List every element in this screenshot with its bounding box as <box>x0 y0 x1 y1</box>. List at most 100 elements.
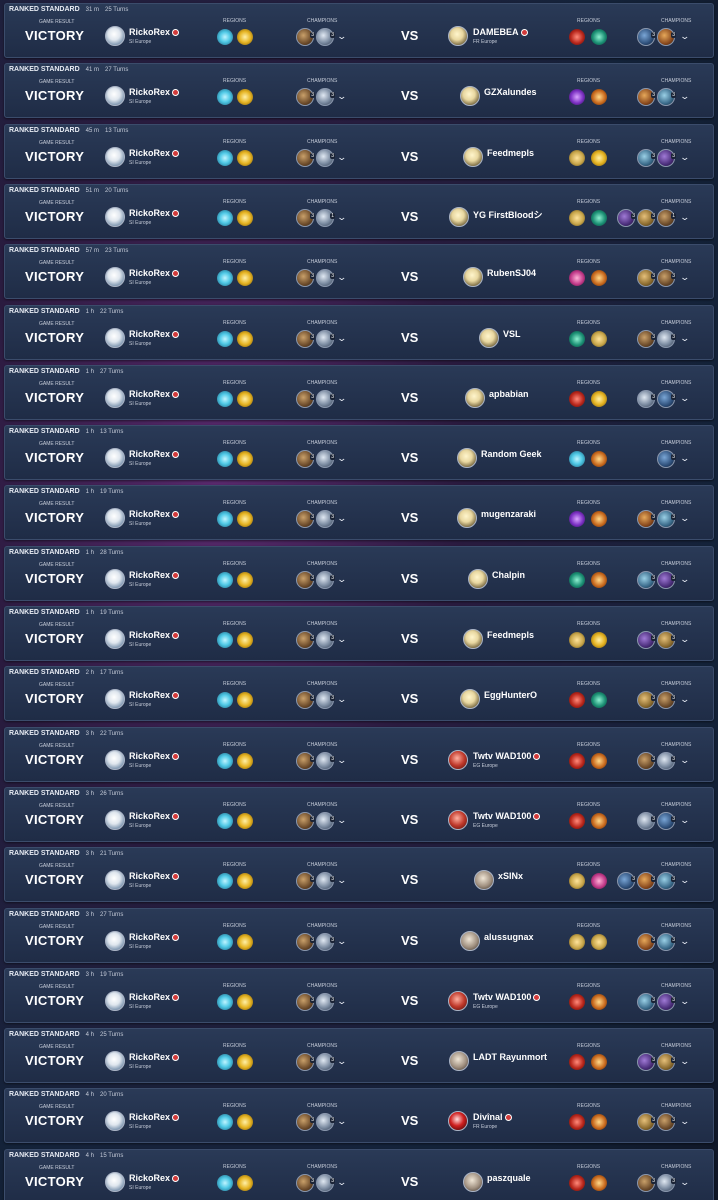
match-card[interactable]: RANKED STANDARD 1 h 22 Turns GAME RESULT VIC… <box>4 305 714 360</box>
player-avatar[interactable] <box>105 388 125 408</box>
chevron-down-icon[interactable]: ⌄ <box>336 1116 347 1127</box>
player-name[interactable]: RickoRex <box>129 509 180 519</box>
player-avatar[interactable] <box>105 931 125 951</box>
match-card[interactable]: RANKED STANDARD 2 h 17 Turns GAME RESULT VIC… <box>4 666 714 721</box>
chevron-down-icon[interactable]: ⌄ <box>679 694 690 705</box>
chevron-down-icon[interactable]: ⌄ <box>679 634 690 645</box>
chevron-down-icon[interactable]: ⌄ <box>336 634 347 645</box>
chevron-down-icon[interactable]: ⌄ <box>336 755 347 766</box>
player-name[interactable]: RickoRex <box>129 1173 180 1183</box>
chevron-down-icon[interactable]: ⌄ <box>336 453 347 464</box>
opponent-avatar[interactable] <box>468 569 488 589</box>
player-name[interactable]: RickoRex <box>129 690 180 700</box>
player-avatar[interactable] <box>105 1051 125 1071</box>
player-avatar[interactable] <box>105 1111 125 1131</box>
chevron-down-icon[interactable]: ⌄ <box>336 1177 347 1188</box>
player-avatar[interactable] <box>105 991 125 1011</box>
player-avatar[interactable] <box>105 870 125 890</box>
player-avatar[interactable] <box>105 86 125 106</box>
chevron-down-icon[interactable]: ⌄ <box>679 1116 690 1127</box>
chevron-down-icon[interactable]: ⌄ <box>679 453 690 464</box>
player-avatar[interactable] <box>105 147 125 167</box>
chevron-down-icon[interactable]: ⌄ <box>336 212 347 223</box>
player-avatar[interactable] <box>105 508 125 528</box>
player-avatar[interactable] <box>105 810 125 830</box>
player-avatar[interactable] <box>105 267 125 287</box>
match-card[interactable]: RANKED STANDARD 45 m 13 Turns GAME RESULT VI… <box>4 124 714 179</box>
player-avatar[interactable] <box>105 1172 125 1192</box>
match-card[interactable]: RANKED STANDARD 1 h 28 Turns GAME RESULT VIC… <box>4 546 714 601</box>
match-card[interactable]: RANKED STANDARD 31 m 25 Turns GAME RESULT VI… <box>4 3 714 58</box>
opponent-name[interactable]: Feedmepls <box>487 630 534 640</box>
match-card[interactable]: RANKED STANDARD 1 h 13 Turns GAME RESULT VIC… <box>4 425 714 480</box>
chevron-down-icon[interactable]: ⌄ <box>336 1056 347 1067</box>
opponent-avatar[interactable] <box>448 750 468 770</box>
player-name[interactable]: RickoRex <box>129 268 180 278</box>
chevron-down-icon[interactable]: ⌄ <box>679 875 690 886</box>
chevron-down-icon[interactable]: ⌄ <box>336 91 347 102</box>
chevron-down-icon[interactable]: ⌄ <box>679 815 690 826</box>
chevron-down-icon[interactable]: ⌄ <box>679 333 690 344</box>
opponent-avatar[interactable] <box>463 147 483 167</box>
player-name[interactable]: RickoRex <box>129 811 180 821</box>
opponent-avatar[interactable] <box>448 1111 468 1131</box>
match-card[interactable]: RANKED STANDARD 1 h 27 Turns GAME RESULT VIC… <box>4 365 714 420</box>
chevron-down-icon[interactable]: ⌄ <box>679 936 690 947</box>
opponent-avatar[interactable] <box>463 1172 483 1192</box>
opponent-name[interactable]: Chalpin <box>492 570 525 580</box>
opponent-name[interactable]: VSL <box>503 329 521 339</box>
match-card[interactable]: RANKED STANDARD 57 m 23 Turns GAME RESULT VI… <box>4 244 714 299</box>
chevron-down-icon[interactable]: ⌄ <box>336 815 347 826</box>
opponent-name[interactable]: Divînal <box>473 1112 512 1122</box>
match-card[interactable]: RANKED STANDARD 4 h 25 Turns GAME RESULT VIC… <box>4 1028 714 1083</box>
match-card[interactable]: RANKED STANDARD 41 m 27 Turns GAME RESULT VI… <box>4 63 714 118</box>
player-name[interactable]: RickoRex <box>129 148 180 158</box>
opponent-avatar[interactable] <box>449 1051 469 1071</box>
opponent-name[interactable]: Random Geek <box>481 449 542 459</box>
player-avatar[interactable] <box>105 750 125 770</box>
opponent-avatar[interactable] <box>448 810 468 830</box>
match-card[interactable]: RANKED STANDARD 3 h 26 Turns GAME RESULT VIC… <box>4 787 714 842</box>
opponent-avatar[interactable] <box>463 267 483 287</box>
chevron-down-icon[interactable]: ⌄ <box>336 513 347 524</box>
chevron-down-icon[interactable]: ⌄ <box>679 1056 690 1067</box>
opponent-name[interactable]: Twtv WAD100 <box>473 751 541 761</box>
opponent-name[interactable]: Twtv WAD100 <box>473 992 541 1002</box>
player-avatar[interactable] <box>105 569 125 589</box>
player-name[interactable]: RickoRex <box>129 751 180 761</box>
player-name[interactable]: RickoRex <box>129 570 180 580</box>
chevron-down-icon[interactable]: ⌄ <box>336 272 347 283</box>
chevron-down-icon[interactable]: ⌄ <box>679 152 690 163</box>
match-card[interactable]: RANKED STANDARD 3 h 19 Turns GAME RESULT VIC… <box>4 968 714 1023</box>
opponent-name[interactable]: apbabian <box>489 389 529 399</box>
opponent-name[interactable]: xSINx <box>498 871 523 881</box>
opponent-avatar[interactable] <box>460 689 480 709</box>
player-avatar[interactable] <box>105 689 125 709</box>
player-name[interactable]: RickoRex <box>129 208 180 218</box>
chevron-down-icon[interactable]: ⌄ <box>336 936 347 947</box>
chevron-down-icon[interactable]: ⌄ <box>336 875 347 886</box>
chevron-down-icon[interactable]: ⌄ <box>336 393 347 404</box>
opponent-name[interactable]: mugenzaraki <box>481 509 536 519</box>
chevron-down-icon[interactable]: ⌄ <box>679 1177 690 1188</box>
opponent-name[interactable]: RubenSJ04 <box>487 268 536 278</box>
opponent-name[interactable]: alussugnax <box>484 932 534 942</box>
chevron-down-icon[interactable]: ⌄ <box>336 31 347 42</box>
match-card[interactable]: RANKED STANDARD 3 h 22 Turns GAME RESULT VIC… <box>4 727 714 782</box>
opponent-avatar[interactable] <box>448 26 468 46</box>
chevron-down-icon[interactable]: ⌄ <box>679 393 690 404</box>
chevron-down-icon[interactable]: ⌄ <box>679 272 690 283</box>
match-card[interactable]: RANKED STANDARD 1 h 19 Turns GAME RESULT VIC… <box>4 606 714 661</box>
chevron-down-icon[interactable]: ⌄ <box>679 31 690 42</box>
player-name[interactable]: RickoRex <box>129 329 180 339</box>
opponent-name[interactable]: YG FirstBloodシ <box>473 208 543 221</box>
opponent-avatar[interactable] <box>460 86 480 106</box>
opponent-avatar[interactable] <box>463 629 483 649</box>
opponent-name[interactable]: LADT Rayunmort <box>473 1052 547 1062</box>
opponent-name[interactable]: EggHunterO <box>484 690 537 700</box>
player-name[interactable]: RickoRex <box>129 871 180 881</box>
opponent-avatar[interactable] <box>474 870 494 890</box>
match-card[interactable]: RANKED STANDARD 3 h 21 Turns GAME RESULT VIC… <box>4 847 714 902</box>
chevron-down-icon[interactable]: ⌄ <box>679 755 690 766</box>
player-name[interactable]: RickoRex <box>129 992 180 1002</box>
